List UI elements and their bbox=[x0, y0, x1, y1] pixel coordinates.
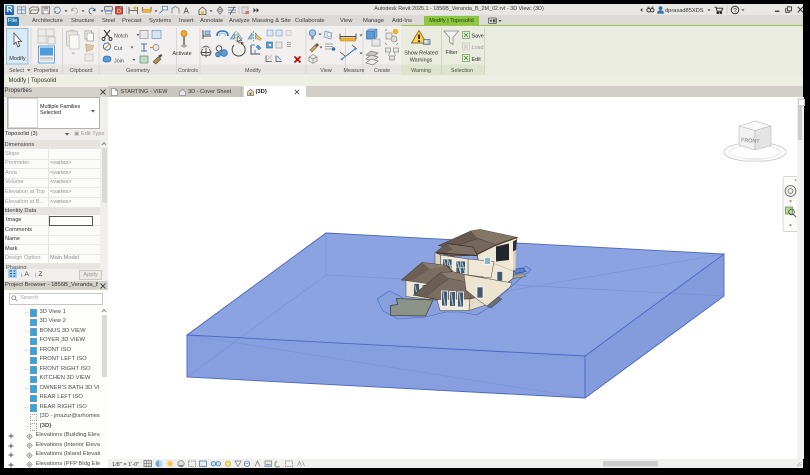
svg-text:Edit: Edit bbox=[472, 57, 482, 63]
svg-text:Notch: Notch bbox=[114, 34, 128, 40]
svg-text:A: A bbox=[184, 6, 190, 15]
svg-text:dprasad85XDS: dprasad85XDS bbox=[665, 8, 704, 14]
svg-text:Clipboard: Clipboard bbox=[69, 68, 92, 74]
svg-text:D: D bbox=[117, 8, 121, 14]
svg-text:Cut: Cut bbox=[114, 46, 123, 52]
svg-text:Modify: Modify bbox=[245, 68, 261, 74]
svg-text:Z: Z bbox=[39, 271, 43, 278]
svg-text:Properties: Properties bbox=[34, 68, 59, 74]
svg-text:Create: Create bbox=[374, 68, 390, 74]
svg-text:Warnings: Warnings bbox=[410, 58, 433, 64]
svg-text:Warning: Warning bbox=[411, 68, 431, 74]
svg-text:Selection: Selection bbox=[451, 68, 473, 74]
svg-text:?: ? bbox=[733, 7, 737, 14]
svg-text:Geometry: Geometry bbox=[126, 68, 150, 74]
svg-text:Filter: Filter bbox=[446, 50, 458, 56]
svg-text:↓: ↓ bbox=[34, 272, 38, 279]
svg-text:Load: Load bbox=[472, 45, 484, 51]
svg-text:View: View bbox=[320, 68, 332, 74]
svg-text:Controls: Controls bbox=[178, 68, 198, 74]
svg-text:Show Related: Show Related bbox=[404, 51, 438, 57]
svg-text:Join: Join bbox=[114, 59, 124, 65]
svg-text:A: A bbox=[25, 271, 30, 278]
svg-text:Select: Select bbox=[9, 68, 24, 74]
svg-text:Save: Save bbox=[472, 34, 484, 40]
svg-text:↓: ↓ bbox=[20, 272, 24, 279]
svg-text:Modify: Modify bbox=[9, 56, 26, 62]
svg-text:Measure: Measure bbox=[344, 68, 365, 74]
svg-text:Activate: Activate bbox=[172, 51, 191, 57]
svg-text:1/8" = 1'-0": 1/8" = 1'-0" bbox=[112, 462, 139, 468]
